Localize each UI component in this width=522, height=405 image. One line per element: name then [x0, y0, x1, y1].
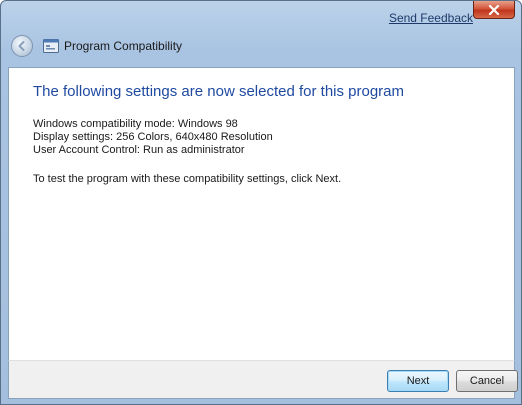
test-instruction: To test the program with these compatibi…: [33, 173, 342, 185]
next-button[interactable]: Next: [387, 370, 449, 392]
close-button[interactable]: [473, 1, 515, 19]
back-arrow-icon: [18, 41, 25, 51]
page-heading: The following settings are now selected …: [33, 83, 405, 100]
content-panel: The following settings are now selected …: [8, 67, 515, 360]
title-bar: Send Feedback Program Compatibility: [1, 1, 521, 67]
cancel-button[interactable]: Cancel: [456, 370, 518, 392]
send-feedback-link[interactable]: Send Feedback: [389, 11, 473, 25]
button-bar: Next Cancel: [8, 360, 518, 399]
back-button[interactable]: [11, 35, 33, 57]
compatibility-app-icon: [43, 39, 59, 53]
setting-display: Display settings: 256 Colors, 640x480 Re…: [33, 131, 273, 143]
setting-user-account-control: User Account Control: Run as administrat…: [33, 144, 245, 156]
window-title: Program Compatibility: [64, 39, 183, 53]
window-bottom-edge: [8, 399, 515, 404]
close-icon: [488, 4, 500, 15]
program-compatibility-window: Send Feedback Program Compatibility The …: [0, 0, 522, 405]
setting-compatibility-mode: Windows compatibility mode: Windows 98: [33, 118, 238, 130]
